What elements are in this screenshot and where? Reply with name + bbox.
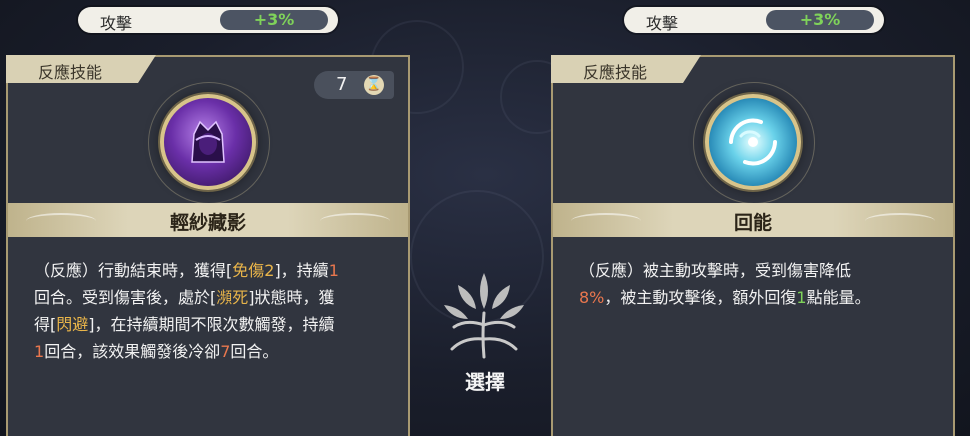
skill-card-right[interactable]: 反應技能 回能 （反應）被主動攻擊時，受到傷害降低 8%，被主動攻擊後，額外回復1…: [551, 55, 955, 436]
hooded-figure-icon: [160, 94, 256, 190]
description-text: 回合。: [230, 342, 279, 361]
attack-bonus-left: 攻擊 +3%: [78, 7, 338, 33]
description-text: 得[: [34, 315, 57, 334]
cooldown-value: 7: [336, 74, 348, 95]
energy-swirl-icon: [705, 94, 801, 190]
card-tab: 反應技能: [551, 55, 701, 83]
skill-title-bar: 輕紗藏影: [8, 203, 408, 237]
highlight-text: 1: [328, 261, 339, 280]
description-text: ]狀態時，獲: [248, 288, 335, 307]
description-line: （反應）被主動攻擊時，受到傷害降低: [579, 257, 931, 284]
cooldown-counter: 7 ⌛: [314, 71, 394, 99]
card-tab: 反應技能: [6, 55, 156, 83]
description-line: 1回合，該效果觸發後冷卻7回合。: [34, 338, 386, 365]
highlight-text: 1: [34, 342, 45, 361]
description-text: 點能量。: [806, 288, 871, 307]
select-button[interactable]: 選擇: [440, 366, 530, 395]
tree-emblem-icon[interactable]: [436, 265, 532, 365]
highlight-text: 免傷2: [232, 261, 275, 280]
description-text: （反應）被主動攻擊時，受到傷害降低: [579, 261, 852, 280]
attack-bonus-right: 攻擊 +3%: [624, 7, 884, 33]
description-line: 回合。受到傷害後，處於[瀕死]狀態時，獲: [34, 284, 386, 311]
highlight-text: 7: [220, 342, 231, 361]
highlight-text: 1: [796, 288, 807, 307]
skill-name: 回能: [733, 212, 772, 234]
stat-value: +3%: [220, 10, 328, 30]
skill-title-bar: 回能: [553, 203, 953, 237]
card-tab-label: 反應技能: [583, 63, 648, 82]
description-text: （反應）行動結束時，獲得[: [34, 261, 233, 280]
stat-label: 攻擊: [100, 14, 133, 33]
highlight-text: 瀕死: [216, 288, 249, 307]
description-text: 回合，該效果觸發後冷卻: [44, 342, 221, 361]
skill-name: 輕紗藏影: [169, 212, 246, 234]
skill-description: （反應）被主動攻擊時，受到傷害降低 8%，被主動攻擊後，額外回復1點能量。: [579, 257, 931, 311]
description-line: 8%，被主動攻擊後，額外回復1點能量。: [579, 284, 931, 311]
card-tab-label: 反應技能: [38, 63, 103, 82]
description-text: ]，持續: [274, 261, 329, 280]
description-text: 回合。受到傷害後，處於[: [34, 288, 217, 307]
highlight-text: 8%: [579, 288, 605, 307]
description-line: 得[閃避]，在持續期間不限次數觸發，持續: [34, 311, 386, 338]
skill-description: （反應）行動結束時，獲得[免傷2]，持續1 回合。受到傷害後，處於[瀕死]狀態時，…: [34, 257, 386, 365]
stat-label: 攻擊: [646, 14, 679, 33]
hourglass-icon: ⌛: [364, 75, 384, 95]
description-text: ]，在持續期間不限次數觸發，持續: [88, 315, 335, 334]
stat-value: +3%: [766, 10, 874, 30]
skill-card-left[interactable]: 反應技能 7 ⌛ 輕紗藏影 （反應）行動結束時，獲得[免傷2]，持續1 回合。受到…: [6, 55, 410, 436]
description-line: （反應）行動結束時，獲得[免傷2]，持續1: [34, 257, 386, 284]
description-text: ，被主動攻擊後，額外回復: [604, 288, 797, 307]
highlight-text: 閃避: [56, 315, 89, 334]
